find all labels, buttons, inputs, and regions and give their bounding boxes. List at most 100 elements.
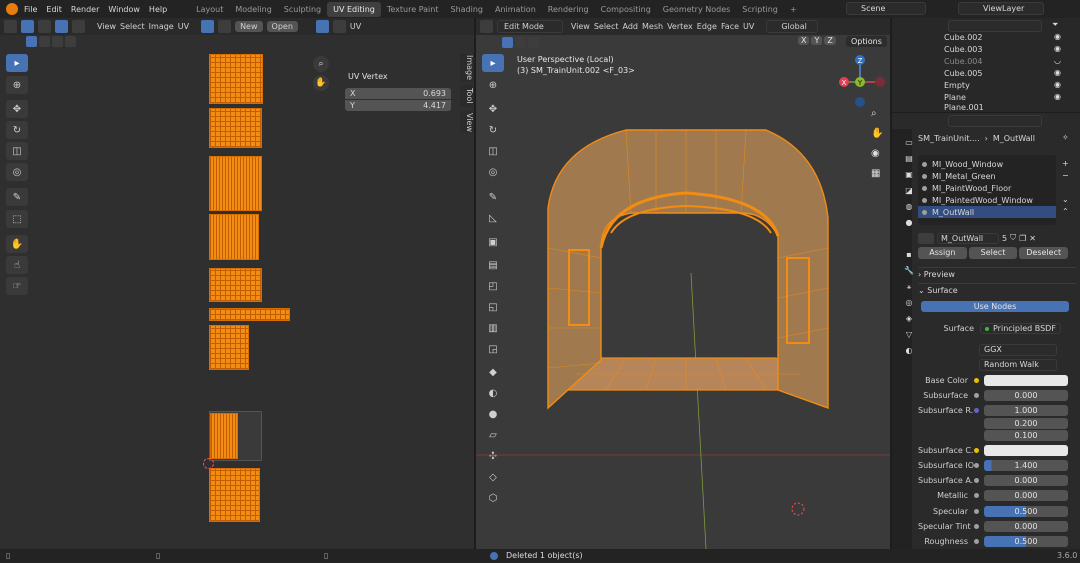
outliner-item[interactable]: Cube.005: [918, 67, 1074, 79]
param-value[interactable]: 0.000: [984, 475, 1068, 486]
3d-cursor-icon[interactable]: [791, 502, 805, 516]
material-slot[interactable]: MI_Wood_Window: [918, 158, 1056, 170]
preview-panel-header[interactable]: › Preview: [918, 267, 1076, 279]
menu-help[interactable]: Help: [149, 5, 167, 14]
material-name-field[interactable]: M_OutWall: [937, 232, 999, 244]
uv-map-label[interactable]: UV: [350, 22, 361, 31]
uv-menu-view[interactable]: View: [97, 22, 116, 31]
base-color-swatch[interactable]: [984, 375, 1068, 386]
outliner-item[interactable]: Empty: [918, 79, 1074, 91]
uv-menu-image[interactable]: Image: [149, 22, 174, 31]
tab-tool[interactable]: Tool: [460, 85, 474, 107]
menu-window[interactable]: Window: [108, 5, 140, 14]
filter-icon[interactable]: ⏷: [1052, 20, 1058, 30]
subsurface-method-selector[interactable]: Random Walk: [979, 359, 1057, 371]
menu-render[interactable]: Render: [71, 5, 99, 14]
param-value[interactable]: 0.000: [984, 521, 1068, 532]
material-slot[interactable]: MI_Metal_Green: [918, 170, 1056, 182]
tab-animation[interactable]: Animation: [489, 2, 542, 17]
fake-user-icon[interactable]: ⛉: [1010, 233, 1016, 243]
move-tool[interactable]: ✥: [6, 100, 28, 118]
properties-search-input[interactable]: [948, 115, 1042, 127]
tab-texture-paint[interactable]: Texture Paint: [381, 2, 445, 17]
tab-geometry-nodes[interactable]: Geometry Nodes: [657, 2, 736, 17]
use-nodes-button[interactable]: Use Nodes: [921, 301, 1069, 312]
param-value[interactable]: 0.000: [984, 390, 1068, 401]
param-value[interactable]: 0.500: [984, 536, 1068, 547]
pin-icon[interactable]: ✧: [1062, 133, 1069, 142]
select-button[interactable]: Select: [968, 247, 1018, 259]
pinch-tool[interactable]: ☞: [6, 277, 28, 295]
outliner-item[interactable]: Cube.003: [918, 43, 1074, 55]
annotate-tool[interactable]: ✎: [6, 188, 28, 206]
pivot-icon[interactable]: [201, 20, 215, 33]
snap-icon[interactable]: [218, 20, 232, 33]
visibility-eye-icon[interactable]: ◉ ◉ ◡ ◉ ◉ ◉: [1054, 31, 1074, 109]
outliner-item[interactable]: Plane: [918, 91, 1074, 103]
unlink-icon[interactable]: ✕: [1029, 234, 1036, 243]
distribution-selector[interactable]: GGX: [979, 344, 1057, 356]
grab-tool[interactable]: ✋: [6, 235, 28, 253]
uv-y-field[interactable]: Y 4.417: [345, 100, 451, 111]
param-value[interactable]: 1.000: [984, 405, 1068, 416]
surface-panel-header[interactable]: ⌄ Surface: [918, 283, 1076, 295]
duplicate-icon[interactable]: ❐: [1019, 234, 1026, 243]
uv-x-field[interactable]: X 0.693: [345, 88, 451, 99]
tab-view[interactable]: View: [460, 111, 474, 133]
assign-button[interactable]: Assign: [918, 247, 967, 259]
new-image-button[interactable]: New: [235, 21, 263, 32]
add-workspace-button[interactable]: +: [784, 2, 803, 17]
tab-compositing[interactable]: Compositing: [595, 2, 657, 17]
3d-viewport[interactable]: Edit Mode View Select Add Mesh Vertex Ed…: [476, 18, 890, 549]
relax-tool[interactable]: ☝: [6, 256, 28, 274]
rotate-tool[interactable]: ↻: [6, 121, 28, 139]
slot-add-remove-icons[interactable]: + − ⌄ ⌃: [1062, 158, 1069, 218]
tab-layout[interactable]: Layout: [190, 2, 229, 17]
vertex-select-icon[interactable]: [38, 20, 51, 33]
surface-shader-selector[interactable]: Principled BSDF: [980, 323, 1061, 334]
scene-selector[interactable]: Scene: [846, 2, 926, 15]
subsurface-color-swatch[interactable]: [984, 445, 1068, 456]
uv-edge-mode-icon[interactable]: [39, 36, 50, 47]
scale-tool[interactable]: ◫: [6, 142, 28, 160]
uv-menu-select[interactable]: Select: [120, 22, 145, 31]
uv-editor[interactable]: View Select Image UV New Open UV ▸ ⊕ ✥ ↻…: [0, 18, 474, 549]
tab-modeling[interactable]: Modeling: [229, 2, 277, 17]
face-select-icon[interactable]: [72, 20, 85, 33]
material-browse-icon[interactable]: [918, 232, 934, 244]
outliner-item[interactable]: Plane.001: [918, 103, 1074, 112]
pan-hand-icon[interactable]: ✋: [313, 75, 329, 91]
uv-face-mode-icon[interactable]: [52, 36, 63, 47]
user-count[interactable]: 5: [1002, 234, 1007, 243]
outliner-item[interactable]: Cube.004: [918, 55, 1074, 67]
overlay-icon[interactable]: [332, 20, 346, 33]
menu-file[interactable]: File: [24, 5, 37, 14]
transform-tool[interactable]: ◎: [6, 163, 28, 181]
param-value[interactable]: 0.000: [984, 490, 1068, 501]
material-slot-list[interactable]: MI_Wood_Window MI_Metal_Green MI_PaintWo…: [918, 155, 1056, 225]
tab-scripting[interactable]: Scripting: [736, 2, 784, 17]
view-layer-selector[interactable]: ViewLayer: [958, 2, 1044, 15]
2d-cursor-icon[interactable]: [203, 458, 214, 469]
editor-type-icon[interactable]: [4, 20, 17, 33]
uv-vertex-mode-icon[interactable]: [26, 36, 37, 47]
param-value[interactable]: 1.400: [984, 460, 1068, 471]
uv-sticky-icon[interactable]: [315, 20, 329, 33]
zoom-icon[interactable]: ⌕: [313, 56, 329, 72]
uv-menu-uv[interactable]: UV: [178, 22, 189, 31]
uv-island-mode-icon[interactable]: [65, 36, 76, 47]
tab-rendering[interactable]: Rendering: [542, 2, 595, 17]
blender-logo-icon[interactable]: [6, 3, 18, 15]
tab-uv-editing[interactable]: UV Editing: [327, 1, 381, 17]
tab-image[interactable]: Image: [460, 54, 474, 82]
param-value[interactable]: 0.100: [984, 430, 1068, 441]
param-value[interactable]: 0.200: [984, 418, 1068, 429]
menu-edit[interactable]: Edit: [46, 5, 62, 14]
outliner-item[interactable]: Cube.002: [918, 31, 1074, 43]
open-image-button[interactable]: Open: [266, 21, 298, 32]
material-slot-active[interactable]: M_OutWall: [918, 206, 1056, 218]
tab-shading[interactable]: Shading: [444, 2, 489, 17]
param-value[interactable]: 0.500: [984, 506, 1068, 517]
material-slot[interactable]: MI_PaintWood_Floor: [918, 182, 1056, 194]
rip-tool[interactable]: ⬚: [6, 210, 28, 228]
